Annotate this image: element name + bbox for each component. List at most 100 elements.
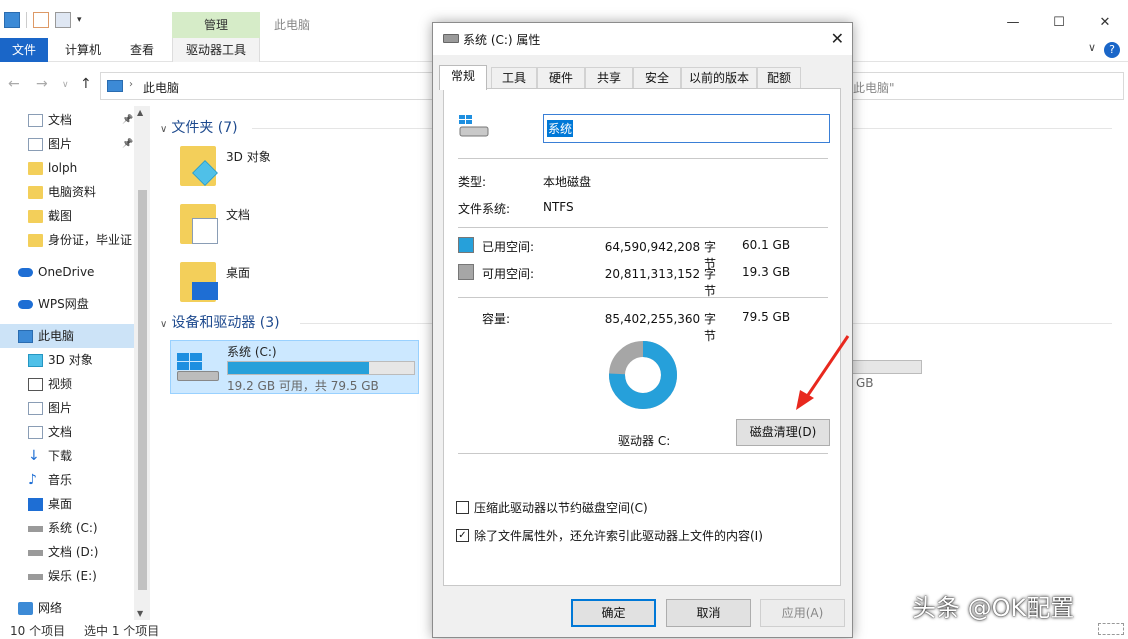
sidebar-item[interactable]: OneDrive bbox=[0, 260, 134, 284]
separator bbox=[458, 297, 828, 298]
close-icon[interactable]: ✕ bbox=[831, 29, 844, 48]
sidebar-item[interactable]: 3D 对象 bbox=[0, 348, 134, 372]
windows-logo-icon bbox=[177, 353, 202, 370]
sidebar-item[interactable]: 身份证，毕业证 bbox=[0, 228, 134, 252]
sidebar-item[interactable]: 网络 bbox=[0, 596, 134, 620]
tab-tools[interactable]: 工具 bbox=[491, 67, 537, 89]
sidebar-item-label: 音乐 bbox=[48, 473, 73, 487]
back-icon[interactable]: ← bbox=[8, 76, 20, 92]
group-devices-header[interactable]: ∨ 设备和驱动器 (3) bbox=[160, 311, 280, 335]
breadcrumb-separator-icon[interactable]: › bbox=[129, 79, 133, 90]
tab-security[interactable]: 安全 bbox=[633, 67, 681, 89]
scroll-down-icon[interactable]: ▼ bbox=[137, 609, 143, 618]
sidebar-item-label: 网络 bbox=[38, 601, 63, 615]
folder-icon bbox=[28, 210, 43, 223]
sidebar-item-label: 电脑资料 bbox=[48, 185, 97, 199]
sidebar-item[interactable]: 图片 bbox=[0, 396, 134, 420]
scroll-up-icon[interactable]: ▲ bbox=[137, 108, 143, 117]
sidebar-item-label: lolph bbox=[48, 161, 78, 175]
sidebar-item[interactable]: 系统 (C:) bbox=[0, 516, 134, 540]
sidebar-item[interactable]: lolph bbox=[0, 156, 134, 180]
cloud-icon bbox=[18, 300, 33, 309]
group-folders-header[interactable]: ∨ 文件夹 (7) bbox=[160, 116, 238, 140]
close-icon[interactable]: ✕ bbox=[1082, 12, 1128, 34]
help-icon[interactable]: ? bbox=[1104, 42, 1120, 58]
breadcrumb-this-pc[interactable]: 此电脑 bbox=[143, 79, 179, 96]
sidebar-item[interactable]: 文档 📌 bbox=[0, 108, 134, 132]
folder-label: 桌面 bbox=[226, 266, 251, 280]
tab-computer[interactable]: 计算机 bbox=[56, 38, 110, 62]
scrollbar-thumb[interactable] bbox=[138, 190, 147, 590]
picture-icon bbox=[28, 402, 43, 415]
selection-count: 选中 1 个项目 bbox=[84, 624, 160, 638]
folder-desktop[interactable]: 桌面 bbox=[180, 262, 420, 312]
sidebar-item[interactable]: WPS网盘 bbox=[0, 292, 134, 316]
free-space-gb: 19.3 GB bbox=[742, 265, 791, 279]
drive-label-value: 系统 bbox=[547, 120, 574, 137]
file-system-value: NTFS bbox=[543, 200, 574, 214]
compress-checkbox[interactable] bbox=[456, 501, 469, 514]
customize-toolbar-icon[interactable]: ▾ bbox=[77, 15, 82, 25]
search-placeholder: 此电脑" bbox=[853, 81, 895, 95]
new-folder-icon[interactable] bbox=[55, 12, 71, 28]
collapse-chevron-icon[interactable]: ∨ bbox=[160, 319, 167, 330]
collapse-chevron-icon[interactable]: ∨ bbox=[160, 124, 167, 135]
drive-label-input[interactable]: 系统 bbox=[543, 114, 830, 143]
apply-button[interactable]: 应用(A) bbox=[760, 599, 845, 627]
sidebar-item[interactable]: 桌面 bbox=[0, 492, 134, 516]
desktop-icon bbox=[192, 282, 218, 300]
tab-drive-tools[interactable]: 驱动器工具 bbox=[172, 38, 260, 62]
sidebar-item-label: 下载 bbox=[48, 449, 73, 463]
forward-icon[interactable]: → bbox=[36, 76, 48, 92]
recent-locations-icon[interactable]: ∨ bbox=[62, 80, 69, 90]
group-title: 设备和驱动器 (3) bbox=[171, 315, 280, 331]
tab-general[interactable]: 常规 bbox=[439, 65, 487, 90]
sidebar-item[interactable]: 电脑资料 bbox=[0, 180, 134, 204]
free-space-swatch bbox=[458, 264, 474, 280]
sidebar-item[interactable]: 此电脑 bbox=[0, 324, 134, 348]
used-space-gb: 60.1 GB bbox=[742, 238, 791, 252]
sidebar-item[interactable]: 娱乐 (E:) bbox=[0, 564, 134, 588]
sidebar-item[interactable]: 截图 bbox=[0, 204, 134, 228]
disk-usage-donut bbox=[609, 341, 677, 409]
separator bbox=[458, 227, 828, 228]
tab-hardware[interactable]: 硬件 bbox=[537, 67, 585, 89]
sidebar-item-label: 身份证，毕业证 bbox=[48, 233, 133, 247]
disk-cleanup-button[interactable]: 磁盘清理(D) bbox=[736, 419, 830, 446]
search-input[interactable]: 此电脑" bbox=[852, 72, 1124, 100]
separator bbox=[458, 158, 828, 159]
cancel-button[interactable]: 取消 bbox=[666, 599, 751, 627]
dialog-title: 系统 (C:) 属性 bbox=[463, 33, 541, 47]
index-label: 除了文件属性外，还允许索引此驱动器上文件的内容(I) bbox=[474, 529, 763, 543]
sidebar-item[interactable]: 视频 bbox=[0, 372, 134, 396]
folder-documents[interactable]: 文档 bbox=[180, 204, 420, 254]
sidebar-item[interactable]: 图片 📌 bbox=[0, 132, 134, 156]
capacity-gb: 79.5 GB bbox=[742, 310, 791, 324]
drive-c-tile[interactable]: 系统 (C:) 19.2 GB 可用，共 79.5 GB bbox=[170, 340, 419, 394]
sidebar-item[interactable]: ↓ 下载 bbox=[0, 444, 134, 468]
navigation-pane-scrollbar[interactable]: ▲ ▼ bbox=[134, 106, 150, 620]
sidebar-item[interactable]: ♪ 音乐 bbox=[0, 468, 134, 492]
pin-icon: 📌 bbox=[122, 139, 134, 149]
tab-quota[interactable]: 配额 bbox=[757, 67, 801, 89]
document-icon bbox=[28, 426, 43, 439]
folder-3d-objects[interactable]: 3D 对象 bbox=[180, 146, 420, 196]
sidebar-item[interactable]: 文档 bbox=[0, 420, 134, 444]
expand-ribbon-icon[interactable]: ∨ bbox=[1088, 41, 1096, 54]
ok-button[interactable]: 确定 bbox=[571, 599, 656, 627]
sidebar-item-label: 视频 bbox=[48, 377, 73, 391]
maximize-icon[interactable]: ☐ bbox=[1036, 12, 1082, 34]
up-icon[interactable]: ↑ bbox=[80, 76, 92, 92]
tab-previous-versions[interactable]: 以前的版本 bbox=[681, 67, 757, 89]
view-mode-icon[interactable] bbox=[1098, 623, 1124, 635]
tab-view[interactable]: 查看 bbox=[120, 38, 164, 62]
music-icon: ♪ bbox=[28, 472, 37, 488]
drive-properties-dialog: 系统 (C:) 属性 ✕ 常规 工具 硬件 共享 安全 以前的版本 配额 系统 … bbox=[432, 22, 853, 638]
address-bar[interactable]: › 此电脑 bbox=[100, 72, 435, 100]
sidebar-item[interactable]: 文档 (D:) bbox=[0, 540, 134, 564]
index-checkbox[interactable]: ✓ bbox=[456, 529, 469, 542]
tab-file[interactable]: 文件 bbox=[0, 38, 48, 62]
tab-sharing[interactable]: 共享 bbox=[585, 67, 633, 89]
properties-icon[interactable] bbox=[33, 12, 49, 28]
minimize-icon[interactable]: — bbox=[990, 12, 1036, 34]
